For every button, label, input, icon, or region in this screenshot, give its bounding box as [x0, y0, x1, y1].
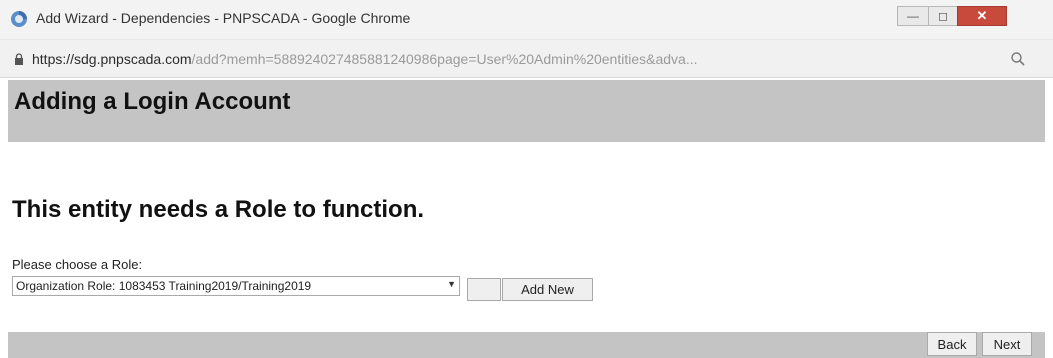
footer-bar	[8, 332, 1045, 358]
window-title: Add Wizard - Dependencies - PNPSCADA - G…	[36, 10, 411, 26]
add-new-button[interactable]: Add New	[502, 278, 593, 301]
lock-icon	[15, 53, 23, 65]
url-text[interactable]: https://sdg.pnpscada.com/add?memh=588924…	[32, 51, 992, 67]
close-icon: ✕	[976, 8, 988, 23]
zoom-icon[interactable]	[1010, 51, 1026, 67]
back-button[interactable]: Back	[927, 332, 977, 356]
role-select-value: Organization Role: 1083453 Training2019/…	[16, 279, 312, 293]
next-button[interactable]: Next	[982, 332, 1032, 356]
maximize-icon: ◻	[938, 9, 948, 23]
role-select[interactable]: Organization Role: 1083453 Training2019/…	[12, 276, 460, 296]
choose-role-label: Please choose a Role:	[12, 257, 143, 272]
blank-button[interactable]	[467, 278, 501, 301]
browser-window: Add Wizard - Dependencies - PNPSCADA - G…	[0, 0, 1053, 358]
page-title: Adding a Login Account	[14, 88, 291, 115]
page-header: Adding a Login Account	[8, 80, 1045, 142]
minimize-icon: —	[907, 9, 919, 23]
close-button[interactable]: ✕	[957, 6, 1007, 26]
url-host: https://sdg.pnpscada.com	[32, 51, 192, 67]
url-path: /add?memh=588924027485881240986page=User…	[191, 51, 698, 67]
maximize-button[interactable]: ◻	[928, 6, 958, 26]
app-icon	[11, 11, 27, 27]
role-required-heading: This entity needs a Role to function.	[12, 196, 425, 223]
minimize-button[interactable]: —	[897, 6, 929, 26]
address-bar[interactable]: https://sdg.pnpscada.com/add?memh=588924…	[0, 40, 1053, 78]
dropdown-arrow-icon: ▼	[447, 279, 456, 289]
title-bar: Add Wizard - Dependencies - PNPSCADA - G…	[0, 0, 1053, 40]
